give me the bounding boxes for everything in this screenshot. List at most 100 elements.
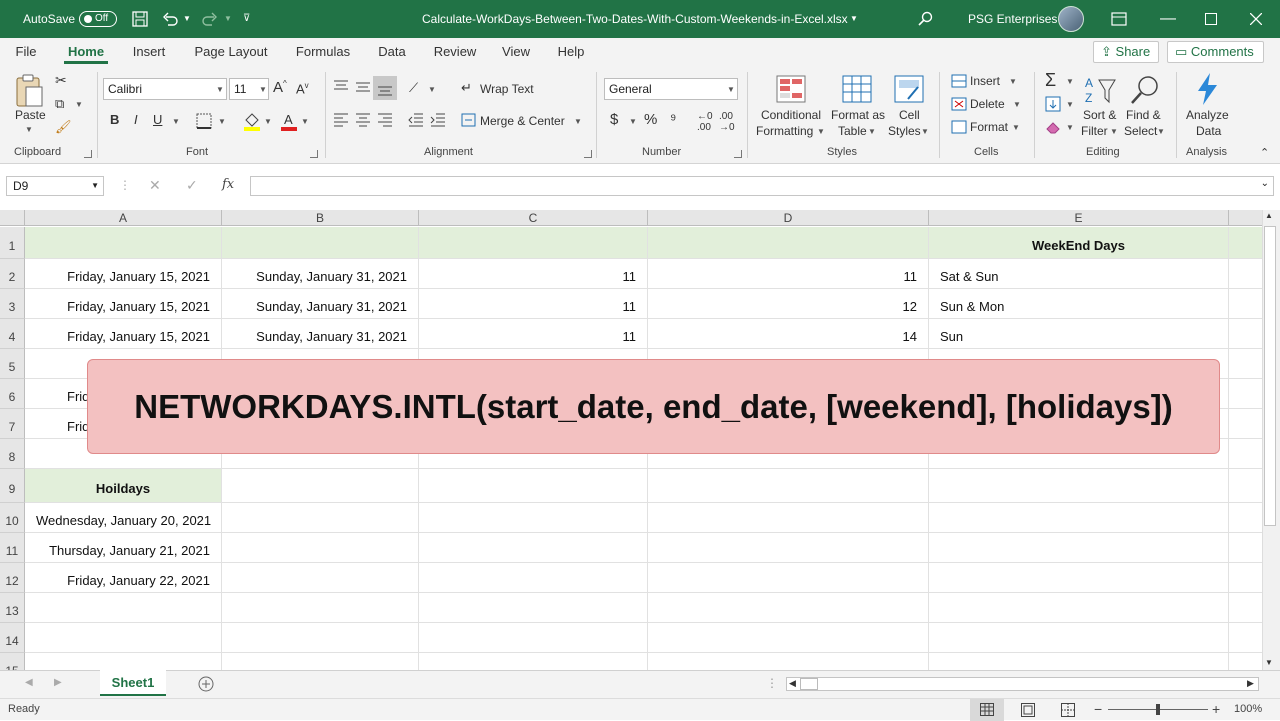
increase-indent-icon[interactable]	[430, 113, 446, 127]
avatar[interactable]	[1058, 6, 1084, 32]
insert-function-icon[interactable]: fx	[222, 177, 234, 192]
cell-c13[interactable]	[419, 593, 648, 623]
cell-b3[interactable]: Sunday, January 31, 2021	[222, 289, 419, 319]
font-launcher-icon[interactable]	[310, 150, 318, 158]
analyze-data-label-2[interactable]: Data	[1196, 124, 1221, 138]
delete-cells-button[interactable]: Delete	[970, 97, 1005, 111]
find-select-label-2[interactable]: Select	[1124, 124, 1157, 138]
number-format-dropdown-icon[interactable]: ▼	[727, 85, 735, 94]
cell-b15[interactable]	[222, 653, 419, 670]
sort-filter-label[interactable]: Sort &	[1083, 108, 1116, 122]
maximize-icon[interactable]	[1205, 13, 1217, 25]
copy-dropdown-icon[interactable]: ▼	[75, 100, 83, 109]
cell-b4[interactable]: Sunday, January 31, 2021	[222, 319, 419, 349]
cell-b9[interactable]	[222, 469, 419, 503]
paste-label[interactable]: Paste	[15, 108, 46, 122]
scroll-right-icon[interactable]: ▶	[1247, 678, 1254, 689]
tab-page-layout[interactable]: Page Layout	[190, 38, 272, 66]
row-header[interactable]: 13	[0, 593, 25, 623]
cell-d1[interactable]	[648, 227, 929, 259]
row-header[interactable]: 15	[0, 653, 25, 670]
cell-f15[interactable]	[1229, 653, 1262, 670]
find-select-label[interactable]: Find &	[1126, 108, 1161, 122]
insert-cells-button[interactable]: Insert	[970, 74, 1000, 88]
fill-color-dropdown-icon[interactable]: ▼	[264, 117, 272, 126]
cell-e4[interactable]: Sun	[929, 319, 1229, 349]
cell-d11[interactable]	[648, 533, 929, 563]
cell-b11[interactable]	[222, 533, 419, 563]
font-color-dropdown-icon[interactable]: ▼	[301, 117, 309, 126]
redo-dropdown-icon[interactable]: ▼	[224, 0, 232, 38]
bottom-align-button[interactable]	[373, 76, 397, 100]
tab-help[interactable]: Help	[554, 38, 588, 66]
delete-dropdown-icon[interactable]: ▼	[1013, 100, 1021, 109]
cell-a11[interactable]: Thursday, January 21, 2021	[25, 533, 222, 563]
cut-icon[interactable]: ✂	[55, 72, 67, 89]
cell-f12[interactable]	[1229, 563, 1262, 593]
cell-f4[interactable]	[1229, 319, 1262, 349]
percent-style-icon[interactable]: %	[644, 111, 657, 128]
cell-c9[interactable]	[419, 469, 648, 503]
cell-c10[interactable]	[419, 503, 648, 533]
cell-d2[interactable]: 11	[648, 259, 929, 289]
cell-b14[interactable]	[222, 623, 419, 653]
minimize-icon[interactable]: —	[1160, 0, 1176, 38]
customize-quick-access-icon[interactable]: ⊽	[243, 0, 250, 38]
cell-styles-label-2[interactable]: Styles	[888, 124, 921, 138]
cell-a10[interactable]: Wednesday, January 20, 2021	[25, 503, 222, 533]
autosum-dropdown-icon[interactable]: ▼	[1066, 77, 1074, 86]
collapse-ribbon-icon[interactable]: ⌃	[1260, 146, 1269, 159]
decrease-decimal-icon[interactable]: .00 →0	[719, 111, 735, 133]
share-button[interactable]: ⇪ Share	[1093, 41, 1159, 63]
cell-c11[interactable]	[419, 533, 648, 563]
paste-dropdown-icon[interactable]: ▼	[25, 125, 33, 134]
tab-file[interactable]: File	[8, 38, 44, 66]
font-size-dropdown-icon[interactable]: ▼	[259, 85, 267, 94]
row-header[interactable]: 14	[0, 623, 25, 653]
accounting-format-icon[interactable]: $	[610, 111, 618, 128]
number-format-select[interactable]: General	[604, 78, 738, 100]
row-header[interactable]: 1	[0, 227, 25, 259]
cell-a4[interactable]: Friday, January 15, 2021	[25, 319, 222, 349]
expand-formula-bar-icon[interactable]: ⌄	[1261, 178, 1269, 189]
cell-f9[interactable]	[1229, 469, 1262, 503]
font-name-select[interactable]: Calibri	[103, 78, 227, 100]
scroll-left-icon[interactable]: ◀	[789, 678, 796, 689]
underline-dropdown-icon[interactable]: ▼	[172, 117, 180, 126]
column-header-a[interactable]: A	[25, 210, 222, 226]
cell-b1[interactable]	[222, 227, 419, 259]
sort-filter-icon[interactable]: AZ	[1085, 74, 1117, 106]
cell-b13[interactable]	[222, 593, 419, 623]
cell-b2[interactable]: Sunday, January 31, 2021	[222, 259, 419, 289]
cell-c4[interactable]: 11	[419, 319, 648, 349]
tab-insert[interactable]: Insert	[128, 38, 170, 66]
fill-dropdown-icon[interactable]: ▼	[1066, 100, 1074, 109]
cell-f14[interactable]	[1229, 623, 1262, 653]
orientation-dropdown-icon[interactable]: ▼	[428, 85, 436, 94]
cell-f13[interactable]	[1229, 593, 1262, 623]
orientation-icon[interactable]: ⟋	[409, 80, 418, 96]
wrap-text-button[interactable]: Wrap Text	[480, 82, 534, 96]
cell-d14[interactable]	[648, 623, 929, 653]
cell-d9[interactable]	[648, 469, 929, 503]
align-left-icon[interactable]	[333, 113, 349, 127]
column-header-e[interactable]: E	[929, 210, 1229, 226]
normal-view-button[interactable]	[970, 699, 1004, 721]
row-header[interactable]: 11	[0, 533, 25, 563]
cell-f10[interactable]	[1229, 503, 1262, 533]
format-as-table-dropdown-icon[interactable]: ▼	[868, 127, 876, 136]
row-header[interactable]: 3	[0, 289, 25, 319]
cell-f5[interactable]	[1229, 349, 1262, 379]
find-select-dropdown-icon[interactable]: ▼	[1157, 127, 1165, 136]
formula-input[interactable]: ⌄	[250, 176, 1274, 196]
tab-review[interactable]: Review	[430, 38, 480, 66]
row-header[interactable]: 4	[0, 319, 25, 349]
cell-a14[interactable]	[25, 623, 222, 653]
format-cells-button[interactable]: Format	[970, 120, 1008, 134]
clear-icon[interactable]	[1045, 119, 1061, 135]
align-right-icon[interactable]	[377, 113, 393, 127]
column-header-d[interactable]: D	[648, 210, 929, 226]
select-all-corner[interactable]	[0, 210, 25, 226]
cell-c3[interactable]: 11	[419, 289, 648, 319]
row-header[interactable]: 7	[0, 409, 25, 439]
